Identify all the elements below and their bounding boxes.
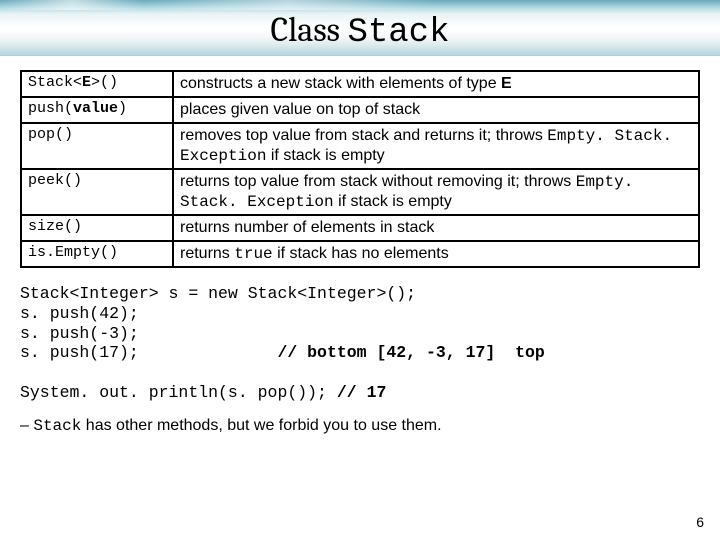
description-cell: places given value on top of stack	[173, 97, 699, 123]
description-cell: constructs a new stack with elements of …	[173, 71, 699, 97]
code-comment: // bottom [42, -3, 17] top	[277, 343, 544, 362]
description-cell: returns top value from stack without rem…	[173, 169, 699, 215]
api-table-body: Stack<E>()constructs a new stack with el…	[21, 71, 699, 267]
code-line: s. push(-3);	[20, 324, 139, 343]
api-table: Stack<E>()constructs a new stack with el…	[20, 70, 700, 268]
method-cell: pop()	[21, 123, 173, 169]
footnote-dash: –	[20, 417, 33, 434]
code-line: s. push(17);	[20, 343, 139, 362]
code-example: Stack<Integer> s = new Stack<Integer>();…	[20, 284, 700, 403]
footnote-mono: Stack	[33, 417, 81, 435]
footnote-rest: has other methods, but we forbid you to …	[81, 417, 441, 434]
slide-content: Stack<E>()constructs a new stack with el…	[0, 52, 720, 435]
code-comment: // 17	[337, 383, 387, 402]
code-line: s. push(42);	[20, 304, 139, 323]
method-cell: Stack<E>()	[21, 71, 173, 97]
table-row: Stack<E>()constructs a new stack with el…	[21, 71, 699, 97]
method-cell: peek()	[21, 169, 173, 215]
table-row: peek()returns top value from stack witho…	[21, 169, 699, 215]
table-row: pop()removes top value from stack and re…	[21, 123, 699, 169]
description-cell: returns number of elements in stack	[173, 215, 699, 241]
method-cell: push(value)	[21, 97, 173, 123]
method-cell: size()	[21, 215, 173, 241]
title-prefix: Class	[270, 10, 347, 50]
title-mono: Stack	[347, 14, 449, 52]
table-row: push(value)places given value on top of …	[21, 97, 699, 123]
code-line: System. out. println(s. pop());	[20, 383, 327, 402]
method-cell: is.Empty()	[21, 241, 173, 267]
page-number: 6	[696, 514, 704, 530]
description-cell: removes top value from stack and returns…	[173, 123, 699, 169]
code-line: Stack<Integer> s = new Stack<Integer>();	[20, 284, 416, 303]
footnote: – Stack has other methods, but we forbid…	[20, 417, 700, 435]
table-row: size()returns number of elements in stac…	[21, 215, 699, 241]
slide-title: Class Stack	[0, 10, 720, 52]
description-cell: returns true if stack has no elements	[173, 241, 699, 267]
table-row: is.Empty()returns true if stack has no e…	[21, 241, 699, 267]
